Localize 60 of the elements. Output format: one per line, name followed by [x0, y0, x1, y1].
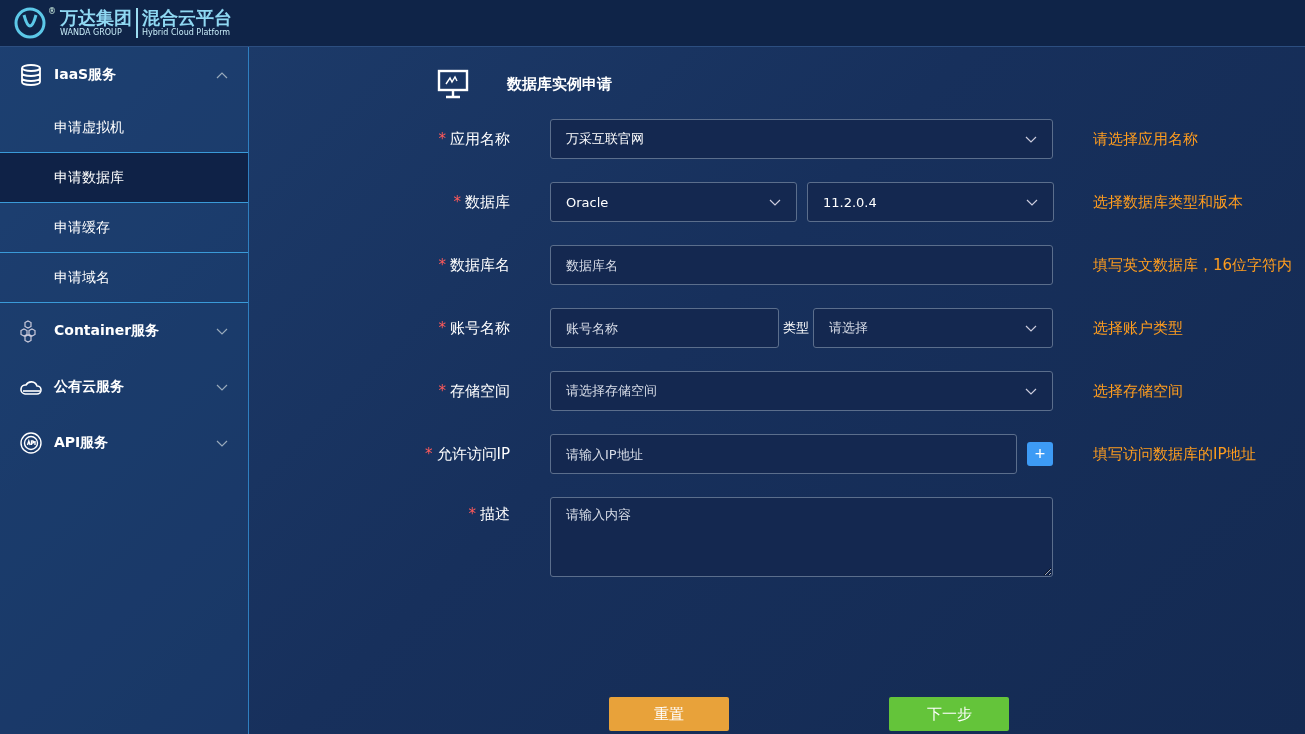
- product-subtitle: Hybrid Cloud Platform: [142, 28, 232, 38]
- chevron-up-icon: [216, 71, 228, 79]
- chevron-down-icon: [216, 327, 228, 335]
- field-hint: 填写英文数据库，16位字符内: [1093, 256, 1293, 274]
- chevron-down-icon: [1025, 135, 1037, 143]
- input-field[interactable]: 账号名称: [550, 308, 779, 348]
- select-field[interactable]: 请选择: [813, 308, 1053, 348]
- chevron-down-icon: [216, 383, 228, 391]
- field-label: 数据库: [465, 193, 510, 211]
- product-name: 混合云平台: [142, 8, 232, 28]
- select-field[interactable]: Oracle: [550, 182, 797, 222]
- chevron-down-icon: [1025, 324, 1037, 332]
- field-hint: 选择数据库类型和版本: [1093, 193, 1243, 211]
- field-label: 数据库名: [450, 256, 510, 274]
- sidebar-group[interactable]: Container服务: [0, 303, 248, 359]
- chevron-down-icon: [216, 439, 228, 447]
- required-mark: *: [425, 445, 433, 463]
- field-hint: 请选择应用名称: [1093, 130, 1198, 148]
- form-title: 数据库实例申请: [507, 74, 612, 94]
- input-field[interactable]: 请输入IP地址: [550, 434, 1017, 474]
- sidebar-group-label: Container服务: [54, 322, 161, 340]
- chevron-down-icon: [1026, 198, 1038, 206]
- brand-subtitle: WANDA GROUP: [60, 28, 123, 38]
- sidebar-item[interactable]: 申请数据库: [0, 153, 248, 203]
- field-label: 描述: [480, 505, 510, 523]
- sidebar-item[interactable]: 申请域名: [0, 253, 248, 303]
- brand-name: 万达集团: [60, 8, 132, 28]
- select-field[interactable]: 11.2.0.4: [807, 182, 1054, 222]
- required-mark: *: [438, 382, 446, 400]
- select-field[interactable]: 请选择存储空间: [550, 371, 1053, 411]
- sidebar-group-label: API服务: [54, 434, 110, 452]
- registered-mark: ®: [48, 7, 56, 16]
- field-label: 类型: [783, 319, 809, 337]
- field-hint: 选择存储空间: [1093, 382, 1183, 400]
- field-label: 账号名称: [450, 319, 510, 337]
- logo-icon: [14, 7, 46, 39]
- input-field[interactable]: 数据库名: [550, 245, 1053, 285]
- sidebar-group-label: 公有云服务: [54, 378, 125, 396]
- text-area[interactable]: 请输入内容: [550, 497, 1053, 577]
- required-mark: *: [438, 130, 446, 148]
- required-mark: *: [438, 319, 446, 337]
- required-mark: *: [468, 505, 476, 523]
- field-label: 存储空间: [450, 382, 510, 400]
- select-field[interactable]: 万采互联官网: [550, 119, 1053, 159]
- field-label: 允许访问IP: [436, 445, 510, 463]
- monitor-icon: [437, 69, 469, 99]
- sidebar-item[interactable]: 申请缓存: [0, 203, 248, 253]
- sidebar-group[interactable]: IaaS服务: [0, 47, 248, 103]
- required-mark: *: [438, 256, 446, 274]
- required-mark: *: [453, 193, 461, 211]
- chevron-down-icon: [1025, 387, 1037, 395]
- field-label: 应用名称: [450, 130, 510, 148]
- api-icon: [19, 431, 43, 455]
- sidebar-group-label: IaaS服务: [54, 66, 118, 84]
- field-hint: 填写访问数据库的IP地址: [1093, 445, 1257, 463]
- sidebar-group[interactable]: API服务: [0, 415, 248, 471]
- database-icon: [19, 63, 43, 87]
- field-hint: 选择账户类型: [1093, 319, 1183, 337]
- sidebar-group[interactable]: 公有云服务: [0, 359, 248, 415]
- chevron-down-icon: [769, 198, 781, 206]
